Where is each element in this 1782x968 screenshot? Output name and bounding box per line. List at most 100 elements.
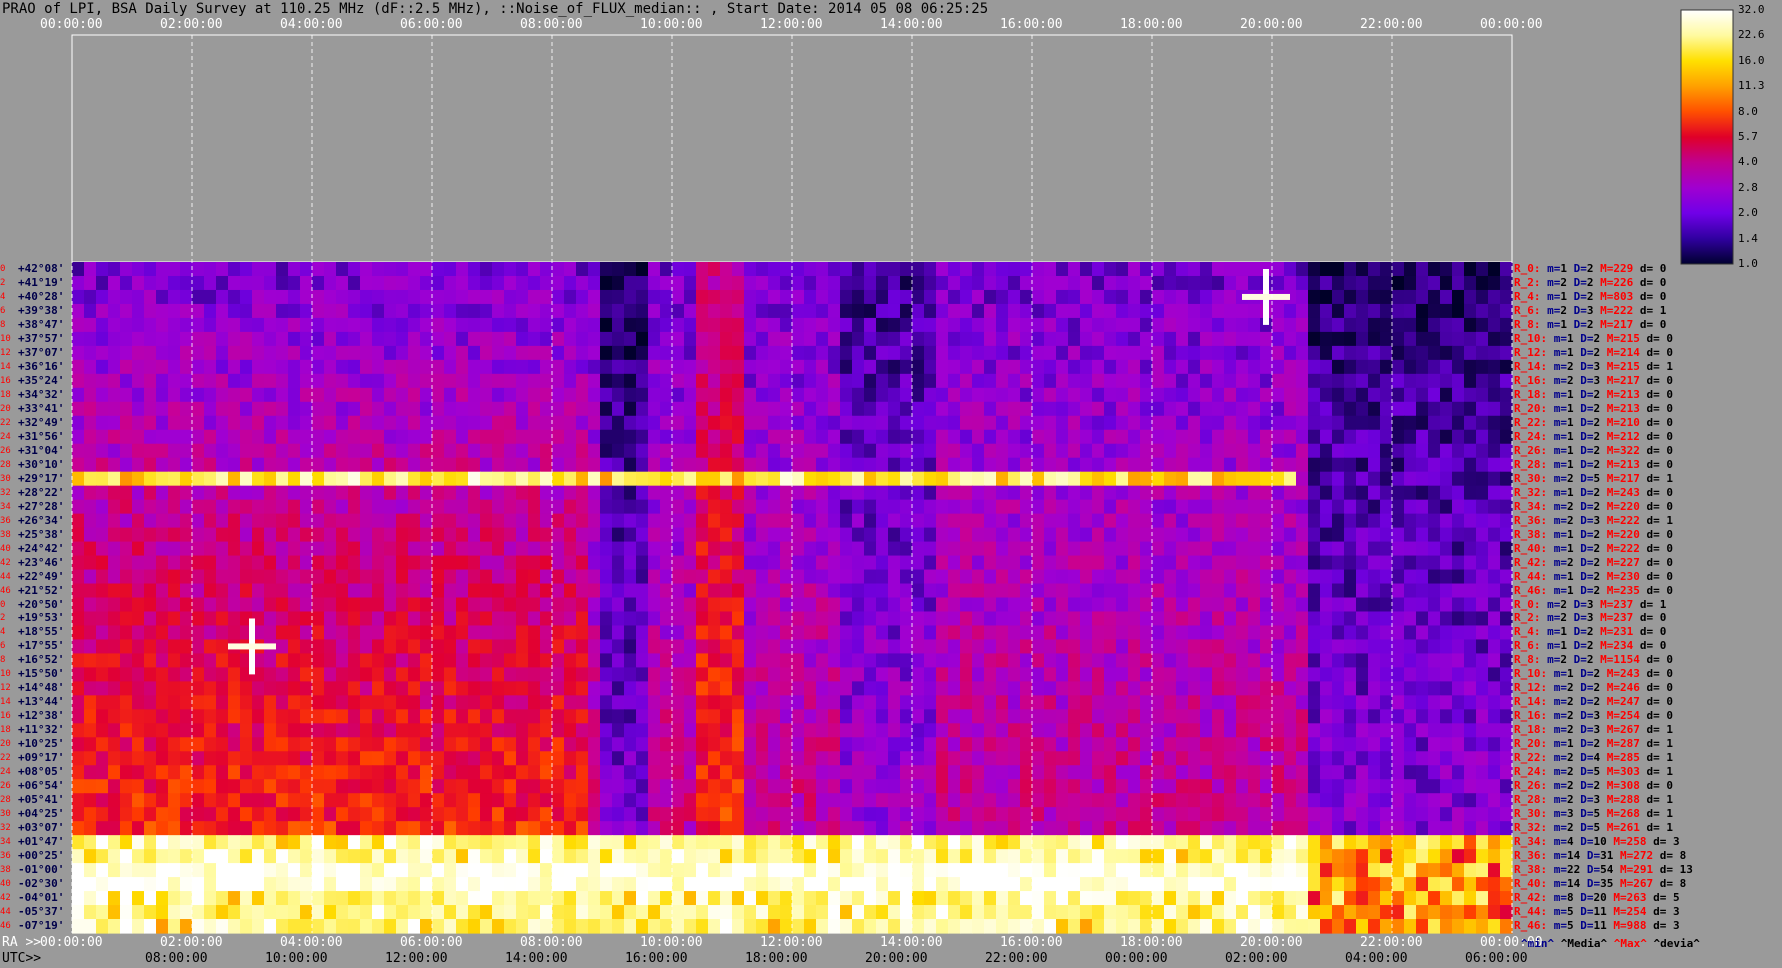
heatmap-cell	[96, 401, 109, 417]
heatmap-cell	[192, 779, 205, 794]
heatmap-cell	[708, 597, 721, 613]
heatmap-cell	[816, 541, 829, 557]
heatmap-cell	[420, 471, 433, 487]
heatmap-cell	[888, 262, 901, 277]
heatmap-cell	[132, 597, 145, 613]
heatmap-cell	[756, 317, 769, 333]
heatmap-cell	[1176, 471, 1189, 487]
heatmap-cell	[144, 555, 157, 571]
heatmap-cell	[300, 765, 313, 780]
heatmap-cell	[456, 262, 469, 277]
heatmap-cell	[408, 625, 421, 641]
heatmap-cell	[504, 765, 517, 780]
heatmap-cell	[456, 807, 469, 822]
heatmap-cell	[144, 345, 157, 361]
heatmap-cell	[1104, 569, 1117, 585]
heatmap-cell	[816, 317, 829, 333]
heatmap-cell	[696, 695, 709, 710]
heatmap-cell	[264, 457, 277, 473]
heatmap-cell	[840, 611, 853, 627]
heatmap-cell	[324, 499, 337, 515]
heatmap-cell	[396, 275, 409, 291]
heatmap-cell	[1272, 401, 1285, 417]
heatmap-cell	[480, 709, 493, 724]
heatmap-cell	[84, 401, 97, 417]
heatmap-cell	[180, 471, 193, 487]
heatmap-cell	[504, 415, 517, 431]
heatmap-cell	[1344, 821, 1357, 836]
heatmap-cell	[132, 639, 145, 655]
heatmap-cell	[444, 779, 457, 794]
heatmap-cell	[672, 331, 685, 347]
heatmap-cell	[1368, 289, 1381, 305]
heatmap-cell	[1056, 499, 1069, 515]
heatmap-cell	[756, 807, 769, 822]
heatmap-cell	[516, 513, 529, 529]
heatmap-cell	[1440, 569, 1453, 585]
heatmap-cell	[432, 569, 445, 585]
heatmap-cell	[1008, 541, 1021, 557]
heatmap-cell	[864, 709, 877, 724]
heatmap-cell	[264, 387, 277, 403]
heatmap-cell	[192, 499, 205, 515]
heatmap-cell	[1380, 709, 1393, 724]
heatmap-cell	[744, 639, 757, 655]
heatmap-cell	[1380, 317, 1393, 333]
heatmap-cell	[1140, 429, 1153, 445]
heatmap-cell	[264, 513, 277, 529]
heatmap-cell	[1176, 345, 1189, 361]
heatmap-cell	[288, 709, 301, 724]
heatmap-cell	[384, 373, 397, 389]
heatmap-cell	[1200, 723, 1213, 738]
heatmap-cell	[732, 625, 745, 641]
heatmap-cell	[228, 667, 241, 682]
heatmap-cell	[1452, 443, 1465, 459]
heatmap-cell	[840, 317, 853, 333]
heatmap-cell	[1224, 583, 1237, 599]
heatmap-cell	[804, 639, 817, 655]
heatmap-cell	[168, 513, 181, 529]
heatmap-cell	[564, 751, 577, 766]
heatmap-cell	[1416, 737, 1429, 752]
heatmap-cell	[1212, 541, 1225, 557]
heatmap-cell	[720, 317, 733, 333]
heatmap-cell	[1428, 611, 1441, 627]
heatmap-cell	[1152, 457, 1165, 473]
heatmap-cell	[660, 359, 673, 375]
heatmap-cell	[1152, 289, 1165, 305]
heatmap-cell	[756, 751, 769, 766]
heatmap-cell	[900, 457, 913, 473]
heatmap-cell	[744, 415, 757, 431]
heatmap-cell	[468, 751, 481, 766]
heatmap-cell	[852, 611, 865, 627]
heatmap-cell	[540, 569, 553, 585]
heatmap-cell	[1116, 597, 1129, 613]
heatmap-cell	[732, 765, 745, 780]
heatmap-cell	[756, 513, 769, 529]
heatmap-cell	[1428, 737, 1441, 752]
heatmap-cell	[396, 457, 409, 473]
heatmap-cell	[768, 555, 781, 571]
heatmap-cell	[816, 331, 829, 347]
heatmap-cell	[216, 443, 229, 459]
heatmap-cell	[1488, 569, 1501, 585]
heatmap-cell	[744, 793, 757, 808]
heatmap-cell	[264, 401, 277, 417]
heatmap-cell	[120, 289, 133, 305]
heatmap-cell	[180, 317, 193, 333]
heatmap-cell	[444, 611, 457, 627]
heatmap-cell	[984, 275, 997, 291]
heatmap-cell	[216, 765, 229, 780]
heatmap-cell	[120, 401, 133, 417]
heatmap-cell	[804, 429, 817, 445]
heatmap-cell	[480, 667, 493, 682]
heatmap-cell	[1032, 289, 1045, 305]
heatmap-cell	[588, 597, 601, 613]
heatmap-cell	[600, 317, 613, 333]
heatmap-cell	[1104, 499, 1117, 515]
heatmap-cell	[1164, 737, 1177, 752]
heatmap-cell	[720, 695, 733, 710]
heatmap-cell	[852, 793, 865, 808]
heatmap-cell	[1248, 317, 1261, 333]
heatmap-cell	[876, 569, 889, 585]
